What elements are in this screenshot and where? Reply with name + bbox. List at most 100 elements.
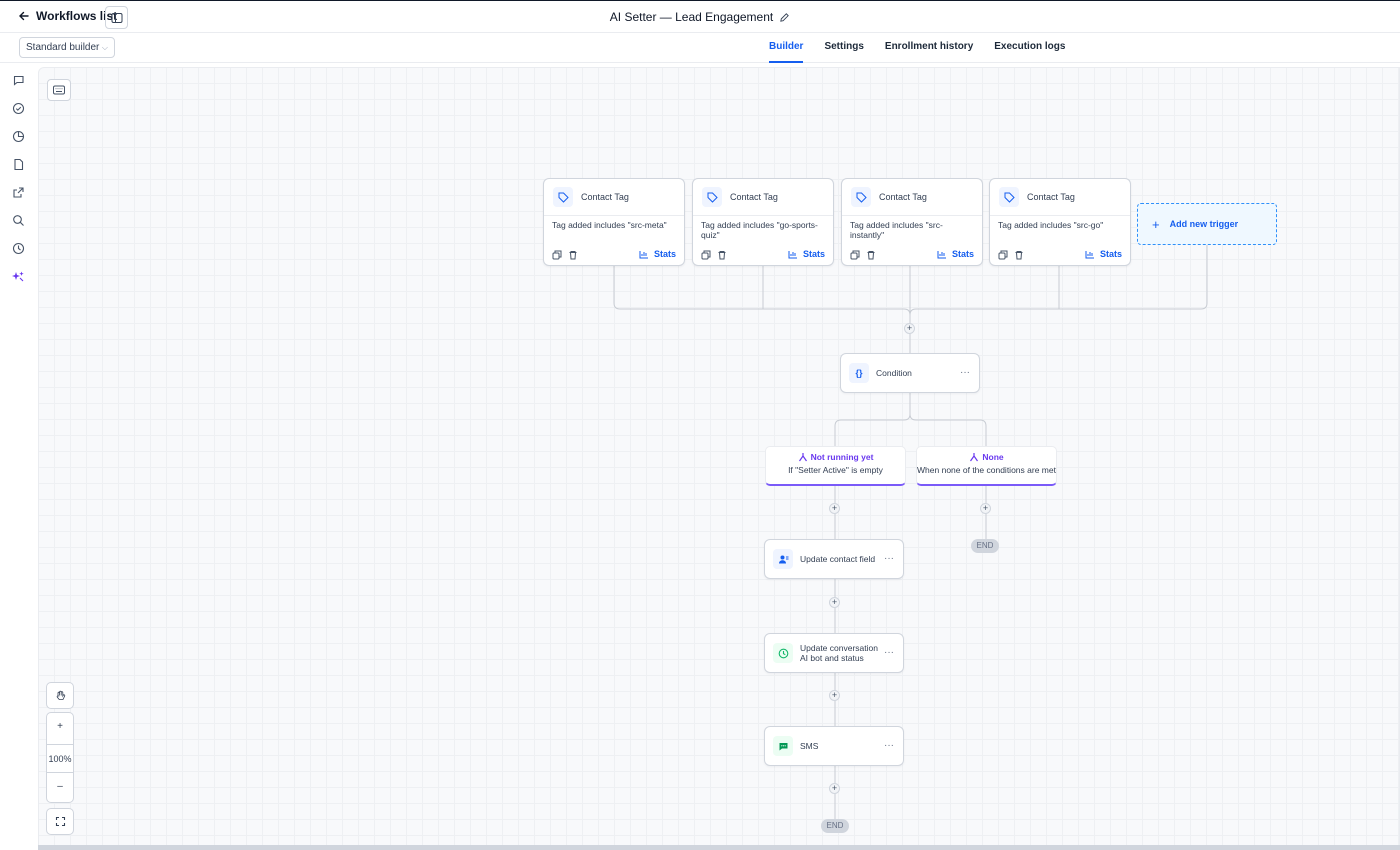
- tab-builder[interactable]: Builder: [769, 33, 804, 63]
- end-marker: END: [821, 819, 849, 833]
- trash-icon[interactable]: [717, 249, 727, 260]
- workflow-title[interactable]: AI Setter — Lead Engagement: [0, 10, 1400, 24]
- trash-icon[interactable]: [568, 249, 578, 260]
- branch-icon: [970, 453, 979, 462]
- copy-icon[interactable]: [998, 249, 1008, 260]
- add-step-button[interactable]: +: [829, 597, 840, 608]
- plus-icon: +: [1152, 216, 1160, 232]
- workflow-canvas[interactable]: Contact Tag Tag added includes "src-meta…: [38, 67, 1400, 846]
- branch-none[interactable]: None When none of the conditions are met: [916, 446, 1057, 486]
- stats-button[interactable]: Stats: [639, 249, 676, 259]
- trigger-description: Tag added includes "src-meta": [552, 220, 667, 230]
- bar-chart-icon: [788, 250, 797, 258]
- trash-icon[interactable]: [1014, 249, 1024, 260]
- pencil-icon[interactable]: [779, 12, 790, 23]
- action-update-contact-field[interactable]: Update contact field ···: [764, 539, 904, 579]
- branch-title: None: [982, 452, 1004, 462]
- document-icon[interactable]: [12, 158, 25, 171]
- branch-not-running-yet[interactable]: Not running yet If "Setter Active" is em…: [765, 446, 906, 486]
- add-trigger-button[interactable]: + Add new trigger: [1137, 203, 1277, 245]
- ai-sparkle-icon[interactable]: [12, 270, 25, 283]
- trigger-type: Contact Tag: [1027, 192, 1075, 202]
- fit-screen-icon: [55, 816, 65, 827]
- top-bar: Workflows list AI Setter — Lead Engageme…: [0, 0, 1400, 33]
- branch-title: Not running yet: [810, 452, 874, 462]
- zoom-out-button[interactable]: –: [47, 781, 73, 792]
- history-icon[interactable]: [12, 242, 25, 255]
- stats-label: Stats: [951, 249, 974, 259]
- builder-mode-value: Standard builder: [26, 42, 100, 53]
- trigger-header: Contact Tag: [544, 179, 684, 216]
- add-step-button[interactable]: +: [829, 783, 840, 794]
- condition-node[interactable]: {} Condition ···: [840, 353, 980, 393]
- braces-icon: {}: [849, 363, 869, 383]
- end-marker: END: [971, 539, 999, 553]
- bar-chart-icon: [639, 250, 648, 258]
- trigger-description: Tag added includes "go-sports-quiz": [701, 220, 818, 240]
- tag-icon: [999, 187, 1019, 207]
- chat-icon[interactable]: [12, 74, 25, 87]
- bar-chart-icon: [937, 250, 946, 258]
- trigger-card[interactable]: Contact Tag Tag added includes "go-sport…: [692, 178, 834, 266]
- branch-description: If "Setter Active" is empty: [788, 465, 883, 475]
- copy-icon[interactable]: [701, 249, 711, 260]
- action-sms[interactable]: SMS ···: [764, 726, 904, 766]
- copy-icon[interactable]: [850, 249, 860, 260]
- stats-label: Stats: [653, 249, 676, 259]
- user-edit-icon: [773, 549, 793, 569]
- trigger-card[interactable]: Contact Tag Tag added includes "src-go" …: [989, 178, 1131, 266]
- trigger-description: Tag added includes "src-instantly": [850, 220, 943, 240]
- tag-icon: [851, 187, 871, 207]
- trigger-card[interactable]: Contact Tag Tag added includes "src-inst…: [841, 178, 983, 266]
- pan-tool-button[interactable]: [46, 682, 74, 709]
- search-icon[interactable]: [12, 214, 25, 227]
- stats-label: Stats: [802, 249, 825, 259]
- hand-icon: [56, 690, 65, 700]
- add-step-button[interactable]: +: [829, 503, 840, 514]
- clock-icon: [773, 643, 793, 663]
- check-circle-icon[interactable]: [12, 102, 25, 115]
- more-options-icon[interactable]: ···: [884, 647, 894, 658]
- canvas-bottom-edge: [38, 845, 1400, 850]
- condition-label: Condition: [876, 368, 912, 378]
- trigger-card[interactable]: Contact Tag Tag added includes "src-meta…: [543, 178, 685, 266]
- left-rail: [0, 63, 38, 850]
- zoom-in-button[interactable]: +: [47, 721, 73, 732]
- pie-chart-icon[interactable]: [12, 130, 25, 143]
- trigger-header: Contact Tag: [842, 179, 982, 216]
- tab-enrollment-history[interactable]: Enrollment history: [885, 33, 973, 63]
- builder-mode-select[interactable]: Standard builder ⌵: [19, 37, 115, 58]
- tag-icon: [702, 187, 722, 207]
- more-options-icon[interactable]: ···: [884, 553, 894, 564]
- add-step-button[interactable]: +: [904, 323, 915, 334]
- copy-icon[interactable]: [552, 249, 562, 260]
- tab-execution-logs[interactable]: Execution logs: [994, 33, 1065, 63]
- add-trigger-label: Add new trigger: [1169, 219, 1239, 229]
- stats-button[interactable]: Stats: [1085, 249, 1122, 259]
- action-label: Update conversation AI bot and status: [800, 643, 878, 663]
- workflow-title-text: AI Setter — Lead Engagement: [609, 10, 774, 24]
- zoom-controls: + 100% –: [46, 712, 74, 803]
- more-options-icon[interactable]: ···: [884, 740, 894, 751]
- trigger-type: Contact Tag: [879, 192, 927, 202]
- tab-settings[interactable]: Settings: [824, 33, 863, 63]
- zoom-level: 100%: [47, 744, 73, 773]
- stats-button[interactable]: Stats: [788, 249, 825, 259]
- stats-button[interactable]: Stats: [937, 249, 974, 259]
- external-link-icon[interactable]: [12, 186, 25, 199]
- add-step-button[interactable]: +: [980, 503, 991, 514]
- more-options-icon[interactable]: ···: [960, 367, 970, 378]
- trash-icon[interactable]: [866, 249, 876, 260]
- fit-view-button[interactable]: [46, 808, 74, 835]
- sub-toolbar: Standard builder ⌵ Builder Settings Enro…: [0, 33, 1400, 63]
- action-update-conversation-ai[interactable]: Update conversation AI bot and status ··…: [764, 633, 904, 673]
- trigger-header: Contact Tag: [693, 179, 833, 216]
- add-step-button[interactable]: +: [829, 690, 840, 701]
- tab-bar: Builder Settings Enrollment history Exec…: [769, 33, 1065, 63]
- trigger-header: Contact Tag: [990, 179, 1130, 216]
- trigger-description: Tag added includes "src-go": [998, 220, 1104, 230]
- trigger-footer: Stats: [544, 243, 684, 265]
- action-label: SMS: [800, 741, 819, 751]
- sms-icon: [773, 736, 793, 756]
- stats-label: Stats: [1099, 249, 1122, 259]
